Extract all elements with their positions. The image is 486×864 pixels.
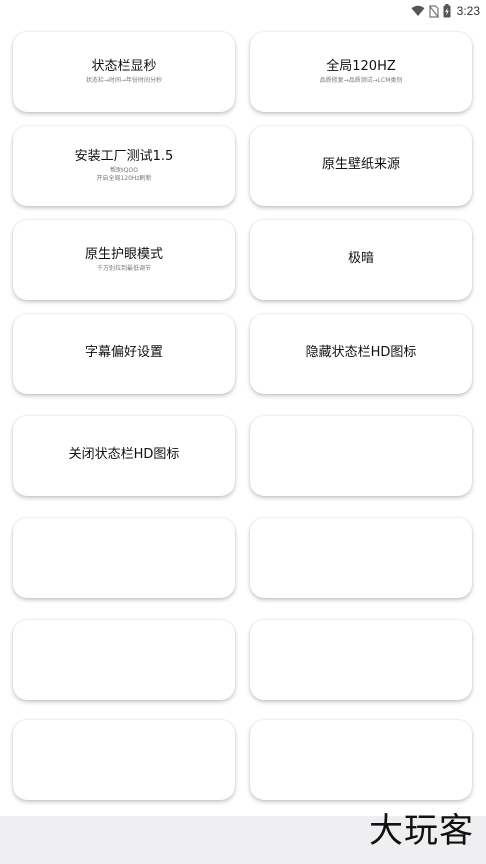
card-title: 字幕偏好设置 (84, 345, 163, 360)
card-title: 隐藏状态栏HD图标 (305, 345, 417, 360)
card-subtitle: 千万别拉到最低调节 (96, 265, 151, 272)
watermark: 大玩客 (369, 811, 474, 851)
card-subtitle: 状态栏→时间→年份时间分秒 (85, 77, 163, 84)
card-empty[interactable] (250, 620, 472, 700)
card-global-120hz[interactable]: 全局120HZ 品质修复→品质测试→LCM类别 (250, 32, 472, 112)
card-empty[interactable] (250, 416, 472, 496)
wifi-icon (411, 5, 425, 16)
no-sim-icon (428, 4, 439, 18)
card-title: 关闭状态栏HD图标 (68, 447, 180, 462)
card-subtitle-2: 开启全局120Hz刷新 (96, 175, 152, 182)
card-status-bar-seconds[interactable]: 状态栏显秒 状态栏→时间→年份时间分秒 (13, 32, 235, 112)
card-empty[interactable] (250, 720, 472, 800)
card-caption-preferences[interactable]: 字幕偏好设置 (13, 314, 235, 394)
card-empty[interactable] (13, 620, 235, 700)
card-title: 极暗 (347, 251, 374, 266)
card-title: 状态栏显秒 (91, 59, 157, 74)
card-factory-test[interactable]: 安装工厂测试1.5 帮助IQOO 开启全局120Hz刷新 (13, 126, 235, 206)
card-title: 全局120HZ (326, 59, 396, 74)
card-title: 原生壁纸来源 (321, 157, 400, 172)
status-icons: 3:23 (411, 3, 480, 19)
card-eye-protection[interactable]: 原生护眼模式 千万别拉到最低调节 (13, 220, 235, 300)
card-hide-hd-icon[interactable]: 隐藏状态栏HD图标 (250, 314, 472, 394)
battery-charging-icon (443, 4, 451, 18)
card-title: 安装工厂测试1.5 (74, 149, 174, 164)
card-subtitle: 帮助IQOO (110, 167, 138, 174)
status-bar: 3:23 (0, 0, 486, 22)
status-time: 3:23 (456, 4, 480, 18)
card-empty[interactable] (13, 720, 235, 800)
card-extra-dim[interactable]: 极暗 (250, 220, 472, 300)
card-wallpaper-source[interactable]: 原生壁纸来源 (250, 126, 472, 206)
card-close-hd-icon[interactable]: 关闭状态栏HD图标 (13, 416, 235, 496)
card-subtitle: 品质修复→品质测试→LCM类别 (319, 77, 403, 84)
card-empty[interactable] (250, 518, 472, 598)
card-empty[interactable] (13, 518, 235, 598)
card-title: 原生护眼模式 (84, 247, 163, 262)
